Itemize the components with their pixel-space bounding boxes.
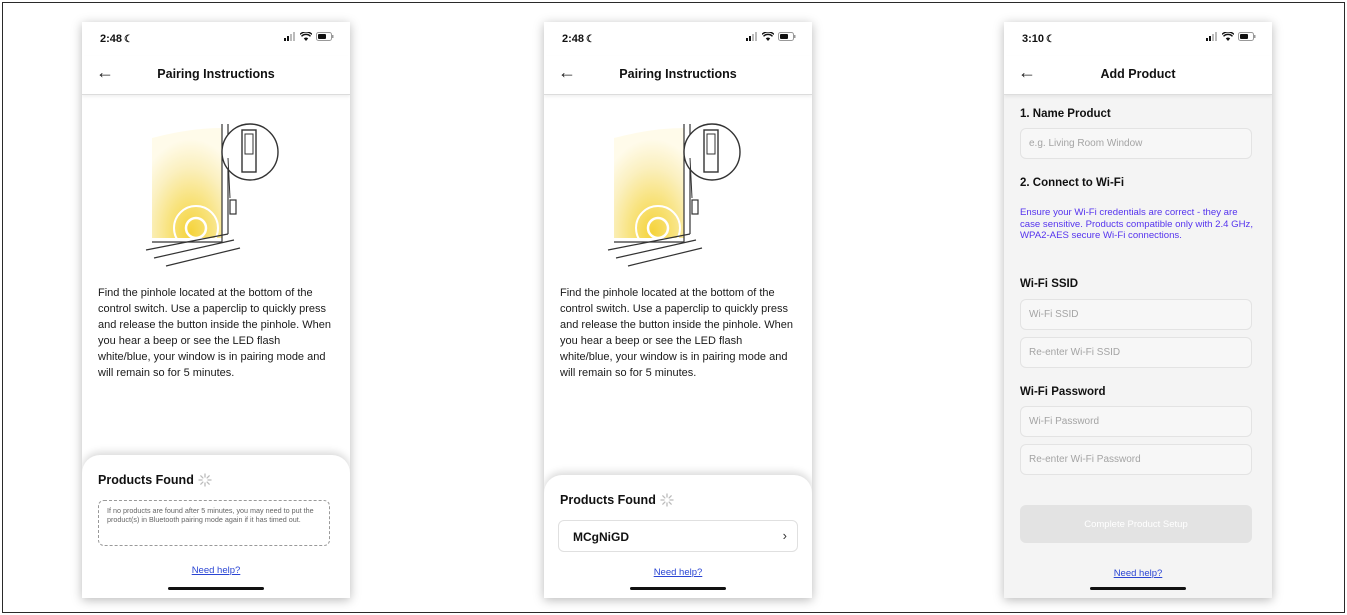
- found-product-row[interactable]: MCgNiGD ›: [558, 520, 798, 552]
- page-title: Pairing Instructions: [619, 67, 737, 81]
- signal-icon: [1206, 32, 1217, 41]
- status-bar: 2:48 ☾: [544, 22, 812, 56]
- products-found-sheet: Products Found MCgNiGD › Need help?: [544, 475, 812, 598]
- home-indicator: [630, 587, 726, 590]
- chevron-right-icon: ›: [782, 528, 787, 543]
- wifi-password-confirm-input[interactable]: [1020, 444, 1252, 475]
- nav-bar: ← Pairing Instructions: [82, 56, 350, 95]
- pairing-instructions-text: Find the pinhole located at the bottom o…: [98, 287, 331, 379]
- status-bar: 2:48 ☾: [82, 22, 350, 56]
- signal-icon: [284, 32, 295, 41]
- need-help-link[interactable]: Need help?: [82, 565, 350, 576]
- phone-screen-pairing-searching: 2:48 ☾ ← Pairing Instructions Find the pi…: [82, 22, 350, 598]
- product-name-input[interactable]: [1020, 128, 1252, 159]
- status-icons: [746, 32, 796, 41]
- home-indicator: [1090, 587, 1186, 590]
- nav-bar: ← Add Product: [1004, 56, 1272, 95]
- spinner-icon: [660, 493, 674, 507]
- products-found-label: Products Found: [98, 473, 194, 487]
- wifi-icon: [300, 32, 312, 41]
- status-time: 2:48 ☾: [100, 33, 133, 45]
- connect-wifi-heading: 2. Connect to Wi-Fi: [1020, 177, 1125, 189]
- page-title: Add Product: [1100, 67, 1176, 81]
- need-help-link[interactable]: Need help?: [544, 567, 812, 578]
- status-time: 2:48 ☾: [562, 33, 595, 45]
- page-title: Pairing Instructions: [157, 67, 275, 81]
- wifi-ssid-heading: Wi-Fi SSID: [1020, 278, 1079, 290]
- signal-icon: [746, 32, 757, 41]
- status-icons: [1206, 32, 1256, 41]
- window-switch-illustration: [145, 123, 279, 267]
- wifi-ssid-input[interactable]: [1020, 299, 1252, 330]
- products-found-label: Products Found: [560, 493, 656, 507]
- name-product-heading: 1. Name Product: [1020, 108, 1111, 120]
- phone-screen-pairing-found: 2:48 ☾ ← Pairing Instructions Find the pi…: [544, 22, 812, 598]
- moon-icon: ☾: [1046, 34, 1055, 45]
- wifi-icon: [762, 32, 774, 41]
- battery-icon: [316, 32, 334, 41]
- product-name: MCgNiGD: [573, 530, 629, 544]
- spinner-icon: [198, 473, 212, 487]
- battery-icon: [1238, 32, 1256, 41]
- phone-screen-add-product: 3:10☾ ← Add Product 1. Name Product 2. C…: [1004, 22, 1272, 598]
- no-products-notice: If no products are found after 5 minutes…: [98, 500, 330, 546]
- complete-product-setup-button[interactable]: Complete Product Setup: [1020, 505, 1252, 543]
- wifi-requirements-note: Ensure your Wi-Fi credentials are correc…: [1020, 207, 1254, 241]
- wifi-icon: [1222, 32, 1234, 41]
- pairing-instructions-text: Find the pinhole located at the bottom o…: [560, 287, 793, 379]
- moon-icon: ☾: [124, 34, 133, 45]
- status-bar: 3:10 ☾: [1004, 22, 1272, 56]
- home-indicator: [168, 587, 264, 590]
- status-icons: [284, 32, 334, 41]
- need-help-link[interactable]: Need help?: [1004, 568, 1272, 579]
- status-time: 3:10 ☾: [1022, 33, 1055, 45]
- products-found-sheet: Products Found If no products are found …: [82, 455, 350, 598]
- nav-bar: ← Pairing Instructions: [544, 56, 812, 95]
- window-switch-illustration: [607, 123, 741, 267]
- battery-icon: [778, 32, 796, 41]
- wifi-password-input[interactable]: [1020, 406, 1252, 437]
- wifi-ssid-confirm-input[interactable]: [1020, 337, 1252, 368]
- moon-icon: ☾: [586, 34, 595, 45]
- wifi-password-heading: Wi-Fi Password: [1020, 386, 1106, 398]
